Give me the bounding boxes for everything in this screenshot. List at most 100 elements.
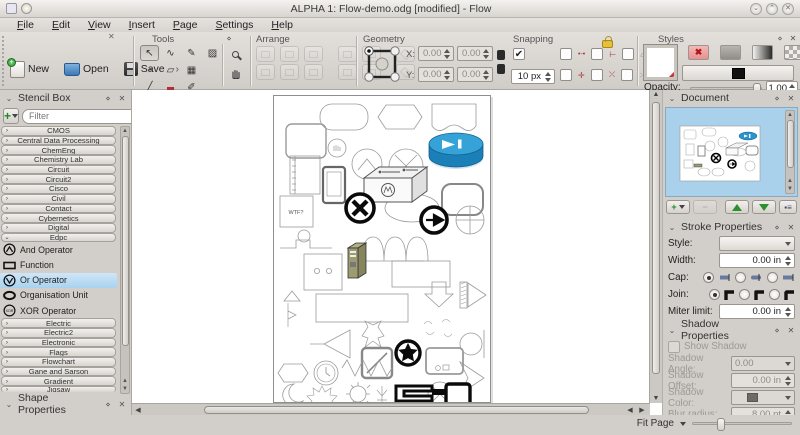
- menu-settings[interactable]: Settings: [206, 19, 262, 31]
- align-top-button[interactable]: [256, 64, 275, 80]
- cap-square-radio[interactable]: [767, 272, 778, 283]
- zoom-slider[interactable]: [692, 422, 792, 425]
- category-flags[interactable]: ›Flags: [1, 347, 116, 357]
- shape-resistor[interactable]: [342, 360, 392, 376]
- scroll-left2-icon[interactable]: ◀: [624, 406, 636, 414]
- geometry-y-input[interactable]: 0.00: [418, 67, 454, 82]
- open-button[interactable]: Open: [60, 58, 116, 80]
- close-icon[interactable]: ✕: [786, 223, 796, 232]
- horizontal-scrollbar[interactable]: ◀ ◀ ▶: [132, 403, 650, 415]
- shape-small-triangle[interactable]: [284, 291, 300, 301]
- animation-tool-button[interactable]: ▦: [182, 62, 201, 78]
- shape-wide-rect[interactable]: [392, 261, 450, 287]
- pattern-tool-button[interactable]: ▨: [203, 45, 222, 61]
- menu-page[interactable]: Page: [164, 19, 207, 31]
- shape-hand-circle[interactable]: [328, 139, 346, 157]
- snap-bound-checkbox[interactable]: [622, 48, 634, 60]
- shadow-offset-input[interactable]: 0.00 in: [731, 373, 795, 388]
- scroll-up-icon[interactable]: ▲: [121, 128, 129, 134]
- scroll-left-icon[interactable]: ◀: [132, 406, 144, 414]
- window-menu-icon[interactable]: [6, 3, 17, 14]
- shape-socket-box[interactable]: [304, 254, 342, 290]
- page-up-button[interactable]: [725, 200, 749, 214]
- maximize-button[interactable]: ⌃: [766, 3, 778, 15]
- shape-maltese-cross[interactable]: [362, 321, 384, 347]
- shape-notebook[interactable]: [290, 156, 320, 194]
- shape-capsule[interactable]: [320, 104, 368, 130]
- scroll-right-icon[interactable]: ▶: [636, 406, 648, 414]
- horizontal-scrollbar-thumb[interactable]: [204, 406, 589, 414]
- collapse-icon[interactable]: ⌄: [667, 223, 677, 232]
- bring-front-button[interactable]: [338, 64, 357, 80]
- category-electronic[interactable]: ›Electronic: [1, 338, 116, 348]
- new-button[interactable]: + New: [6, 58, 56, 80]
- collapse-icon[interactable]: ⌄: [4, 400, 14, 409]
- snap-ortho-checkbox[interactable]: [560, 69, 572, 81]
- menu-help[interactable]: Help: [262, 19, 302, 31]
- gauge-tool-button[interactable]: ◔: [140, 62, 159, 78]
- shape-down-arrow[interactable]: [425, 282, 453, 307]
- page-thumbnail-area[interactable]: ▲ ▲ ▼: [665, 107, 798, 197]
- stroke-width-input[interactable]: 0.00 in: [719, 253, 795, 268]
- close-icon[interactable]: ✕: [117, 400, 127, 409]
- category-contact[interactable]: ›Contact: [1, 204, 116, 214]
- align-left-button[interactable]: [256, 46, 275, 62]
- snap-enable-checkbox[interactable]: ✔: [513, 48, 525, 60]
- stencil-item-organisation-unit[interactable]: Organisation Unit: [0, 288, 117, 303]
- float-icon[interactable]: ⋄: [103, 94, 113, 103]
- category-chemeng[interactable]: ›ChemEng: [1, 145, 116, 155]
- category-gane-and-sarson[interactable]: ›Gane and Sarson: [1, 367, 116, 377]
- category-electric[interactable]: ›Electric: [1, 318, 116, 328]
- category-civil[interactable]: ›Civil: [1, 194, 116, 204]
- aspect-lock-bottom-icon[interactable]: [497, 64, 505, 74]
- bring-forward-button[interactable]: [338, 46, 357, 62]
- float-icon[interactable]: ⋄: [772, 94, 782, 103]
- fill-preview-swatch[interactable]: [644, 45, 677, 80]
- geometry-x-input[interactable]: 0.00: [418, 46, 454, 61]
- scroll-down-icon[interactable]: ▼: [121, 386, 129, 392]
- geometry-height-input[interactable]: 0.00: [457, 67, 493, 82]
- page-down-button[interactable]: [752, 200, 776, 214]
- float-icon[interactable]: ⋄: [772, 326, 782, 335]
- category-edpc[interactable]: ⌄Edpc: [1, 233, 116, 243]
- add-page-button[interactable]: +: [666, 200, 690, 214]
- shadow-color-combo[interactable]: [731, 390, 795, 405]
- vertical-scrollbar[interactable]: ▲ ▼: [649, 90, 662, 403]
- shape-diode[interactable]: [310, 330, 350, 358]
- tools-section-handle-icon[interactable]: ⋄: [224, 34, 234, 43]
- zoom-slider-thumb[interactable]: [717, 418, 725, 431]
- shape-coil[interactable]: [362, 237, 428, 261]
- geometry-width-input[interactable]: 0.00: [457, 46, 493, 61]
- shape-bold-fork[interactable]: [396, 384, 470, 402]
- shape-3d-box[interactable]: [364, 167, 427, 202]
- stencil-scrollbar[interactable]: ▲ ▲ ▼: [120, 126, 130, 394]
- canvas-viewport[interactable]: WTF?: [131, 90, 662, 415]
- snap-node-checkbox[interactable]: [560, 48, 572, 60]
- scroll-down-icon[interactable]: ▼: [650, 395, 662, 402]
- menu-view[interactable]: View: [79, 19, 120, 31]
- close-icon[interactable]: ✕: [786, 326, 796, 335]
- align-center-button[interactable]: [280, 46, 299, 62]
- stencil-item-and-operator[interactable]: And Operator: [0, 242, 117, 257]
- shadow-angle-input[interactable]: 0.00: [731, 356, 795, 371]
- snap-grid-checkbox[interactable]: [621, 69, 633, 81]
- page-tool-button[interactable]: ▱: [161, 62, 180, 78]
- drawing-shapes[interactable]: WTF?: [274, 96, 490, 402]
- geometry-anchor-widget[interactable]: [362, 44, 402, 84]
- thumbnail-view-options-button[interactable]: ▪≡: [779, 200, 797, 214]
- add-stencil-button[interactable]: +: [3, 108, 19, 124]
- join-round-radio[interactable]: [739, 289, 750, 300]
- float-icon[interactable]: ⋄: [772, 223, 782, 232]
- toolbar-close-icon[interactable]: ✕: [108, 32, 115, 41]
- collapse-icon[interactable]: ⌄: [667, 326, 677, 335]
- no-fill-button[interactable]: ✖: [688, 45, 709, 60]
- close-button[interactable]: ✕: [782, 3, 794, 15]
- select-tool-button[interactable]: ↖: [140, 45, 159, 61]
- vertical-scrollbar-thumb[interactable]: [652, 102, 660, 374]
- snap-distance-input[interactable]: 10 px: [511, 69, 555, 84]
- collapse-icon[interactable]: ⌄: [667, 94, 677, 103]
- close-icon[interactable]: ✕: [117, 94, 127, 103]
- path-edit-tool-button[interactable]: ∿: [161, 45, 180, 61]
- category-cisco[interactable]: ›Cisco: [1, 184, 116, 194]
- stencil-item-function[interactable]: Function: [0, 257, 117, 272]
